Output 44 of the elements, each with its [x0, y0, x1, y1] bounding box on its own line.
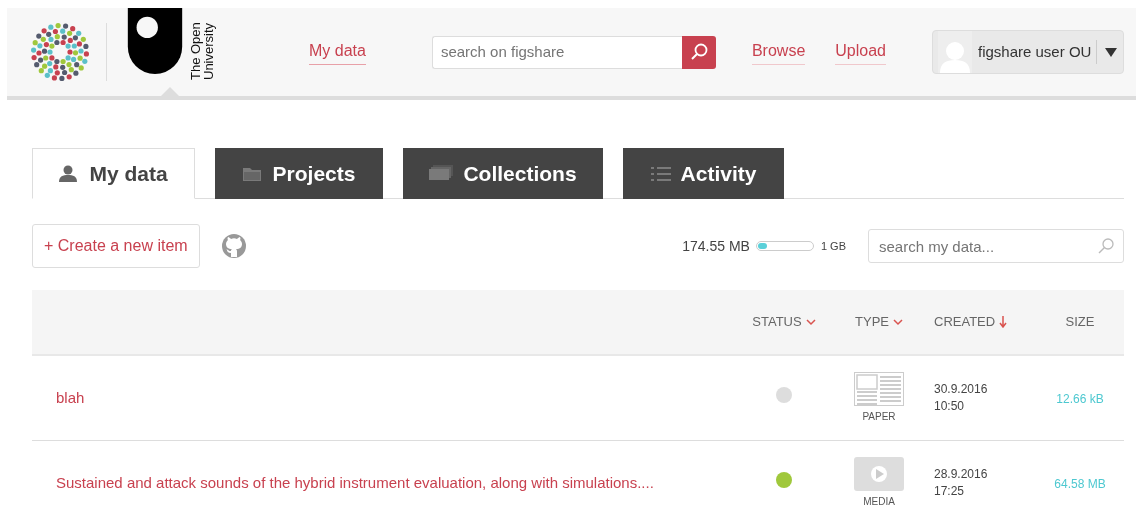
created-date: 30.9.2016 10:50	[934, 381, 989, 415]
list-icon	[650, 164, 671, 183]
search-field[interactable]: search on figshare	[431, 35, 682, 69]
nav-link[interactable]: My data	[309, 39, 366, 65]
item-title-link[interactable]: Sustained and attack sounds of the hybrid instrument evaluation, along with simulations....	[56, 474, 654, 491]
search-icon	[1098, 238, 1114, 254]
created-date: 28.9.2016 17:25	[934, 466, 989, 500]
chevron-down-icon	[893, 318, 903, 326]
size-text: 64.58 MB	[1054, 477, 1106, 491]
stack-icon	[429, 164, 454, 183]
organization-name: The Open University	[189, 21, 215, 80]
type-label: PAPER	[862, 410, 896, 424]
tab[interactable]: Collections	[403, 148, 603, 199]
item-title-link[interactable]: blah	[56, 389, 85, 406]
search-button[interactable]	[681, 35, 716, 69]
column-header[interactable]: TYPE	[855, 312, 903, 332]
create-button[interactable]: + Create a new item	[32, 224, 200, 268]
column-header[interactable]: SIZE	[1065, 312, 1095, 332]
tab[interactable]: Activity	[623, 148, 784, 199]
user-name: figshare user OU	[978, 41, 1092, 62]
shield-logo-icon[interactable]	[127, 8, 183, 74]
github-icon[interactable]	[221, 234, 246, 258]
arrow-down-icon	[999, 316, 1008, 328]
tab[interactable]: Projects	[215, 148, 383, 199]
search-field[interactable]: search my data...	[868, 229, 1124, 263]
logo-icon[interactable]	[30, 22, 90, 82]
user-menu[interactable]: figshare user OU	[932, 30, 1124, 74]
tab[interactable]: My data	[32, 148, 195, 199]
nav-link[interactable]: Browse	[751, 39, 806, 65]
nav-link[interactable]: Upload	[835, 39, 886, 65]
storage-total: 1 GB	[820, 238, 846, 254]
column-header[interactable]: STATUS	[752, 312, 816, 332]
play-icon	[854, 457, 904, 491]
column-header[interactable]: CREATED	[934, 312, 1008, 332]
size-text: 12.66 kB	[1056, 392, 1104, 406]
document-icon	[854, 372, 904, 406]
caret-icon	[1105, 47, 1118, 57]
search-icon	[689, 43, 708, 61]
avatar-icon	[938, 39, 972, 73]
type-label: MEDIA	[863, 495, 895, 509]
person-icon	[59, 164, 80, 183]
chevron-down-icon	[805, 318, 816, 326]
storage-used: 174.55 MB	[682, 236, 750, 256]
caret-icon	[161, 87, 179, 96]
